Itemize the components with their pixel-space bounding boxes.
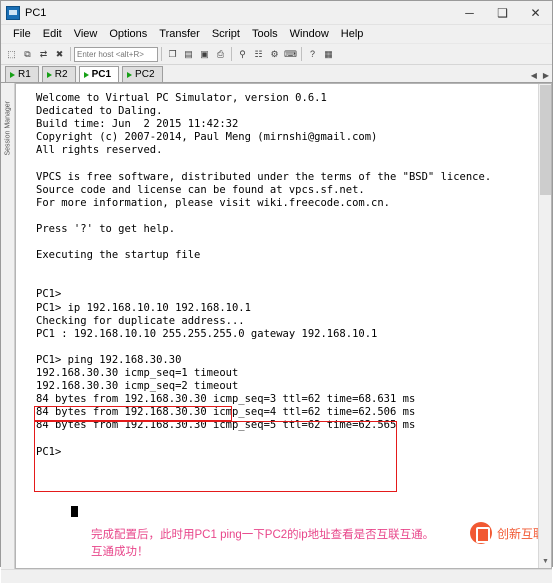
watermark-logo-icon bbox=[469, 522, 492, 544]
window-controls: ─ ❑ ✕ bbox=[453, 1, 552, 25]
paste-icon[interactable]: ▤ bbox=[181, 47, 196, 62]
tab-scroll-left-icon[interactable]: ◀ bbox=[531, 71, 537, 80]
menu-options[interactable]: Options bbox=[103, 27, 153, 41]
find-icon[interactable]: ⚲ bbox=[235, 47, 250, 62]
annotation-text-line1: 完成配置后，此时用PC1 ping一下PC2的ip地址查看是否互联互通。 bbox=[91, 529, 435, 541]
scrollbar-thumb[interactable] bbox=[540, 85, 551, 195]
menu-transfer[interactable]: Transfer bbox=[153, 27, 206, 41]
menu-tools[interactable]: Tools bbox=[246, 27, 284, 41]
terminal-scrollbar[interactable]: ▲ ▼ bbox=[538, 84, 551, 568]
session-tab-strip: R1 R2 PC1 PC2 ◀ ▶ bbox=[1, 65, 552, 83]
title-bar: PC1 ─ ❑ ✕ bbox=[1, 1, 552, 25]
toolbar-separator-3 bbox=[231, 47, 232, 61]
terminal-output: Welcome to Virtual PC Simulator, version… bbox=[36, 92, 492, 458]
disconnect-icon[interactable]: ✖ bbox=[52, 47, 67, 62]
grid-icon[interactable]: ▦ bbox=[321, 47, 336, 62]
status-bar bbox=[1, 569, 552, 583]
connected-indicator-icon bbox=[83, 71, 89, 78]
chat-icon[interactable]: ⌨ bbox=[283, 47, 298, 62]
body-area: Session Manager Welcome to Virtual PC Si… bbox=[1, 83, 552, 569]
log-icon[interactable]: ☷ bbox=[251, 47, 266, 62]
annotation-text-line2: 互通成功！ bbox=[91, 546, 149, 558]
toolbar-separator-4 bbox=[301, 47, 302, 61]
connected-indicator-icon bbox=[127, 71, 133, 78]
minimize-button[interactable]: ─ bbox=[453, 1, 486, 25]
terminal-panel[interactable]: Welcome to Virtual PC Simulator, version… bbox=[15, 83, 552, 569]
print-icon[interactable]: ⎙ bbox=[213, 47, 228, 62]
menu-script[interactable]: Script bbox=[206, 27, 246, 41]
connected-indicator-icon bbox=[46, 71, 52, 78]
menu-file[interactable]: File bbox=[7, 27, 37, 41]
help-icon[interactable]: ? bbox=[305, 47, 320, 62]
connect-icon[interactable]: ⇄ bbox=[36, 47, 51, 62]
new-session-icon[interactable]: ⬚ bbox=[4, 47, 19, 62]
toolbar: ⬚ ⧉ ⇄ ✖ ❐ ▤ ▣ ⎙ ⚲ ☷ ⚙ ⌨ ? ▦ bbox=[1, 44, 552, 65]
tab-r2[interactable]: R2 bbox=[41, 66, 76, 82]
tab-label: R2 bbox=[54, 69, 68, 80]
session-manager-label: Session Manager bbox=[4, 101, 12, 156]
menu-bar: File Edit View Options Transfer Script T… bbox=[1, 25, 552, 44]
clone-session-icon[interactable]: ⧉ bbox=[20, 47, 35, 62]
menu-help[interactable]: Help bbox=[335, 27, 370, 41]
tab-r1[interactable]: R1 bbox=[5, 66, 39, 82]
tab-label: R1 bbox=[18, 69, 31, 80]
menu-view[interactable]: View bbox=[68, 27, 104, 41]
tab-pc2[interactable]: PC2 bbox=[122, 66, 163, 82]
toolbar-separator-2 bbox=[161, 47, 162, 61]
host-entry-input[interactable] bbox=[74, 46, 158, 62]
toolbar-separator-1 bbox=[70, 47, 71, 61]
securecrt-window: PC1 ─ ❑ ✕ File Edit View Options Transfe… bbox=[0, 0, 553, 583]
window-title: PC1 bbox=[25, 6, 47, 19]
connected-indicator-icon bbox=[10, 71, 15, 78]
tab-scroll-right-icon[interactable]: ▶ bbox=[543, 71, 549, 80]
settings-icon[interactable]: ⚙ bbox=[267, 47, 282, 62]
watermark: 创新互联 bbox=[469, 522, 545, 544]
terminal-cursor bbox=[71, 506, 78, 517]
app-icon bbox=[6, 5, 20, 20]
clipboard-icon[interactable]: ▣ bbox=[197, 47, 212, 62]
tab-label: PC1 bbox=[91, 69, 112, 80]
scroll-down-icon[interactable]: ▼ bbox=[539, 555, 551, 568]
close-button[interactable]: ✕ bbox=[519, 1, 552, 25]
tab-scroll-controls: ◀ ▶ bbox=[531, 71, 549, 80]
menu-edit[interactable]: Edit bbox=[37, 27, 68, 41]
menu-window[interactable]: Window bbox=[284, 27, 335, 41]
session-manager-strip[interactable]: Session Manager bbox=[1, 83, 15, 569]
tab-pc1[interactable]: PC1 bbox=[78, 66, 120, 82]
tab-label: PC2 bbox=[135, 69, 155, 80]
maximize-button[interactable]: ❑ bbox=[486, 1, 519, 25]
copy-icon[interactable]: ❐ bbox=[165, 47, 180, 62]
